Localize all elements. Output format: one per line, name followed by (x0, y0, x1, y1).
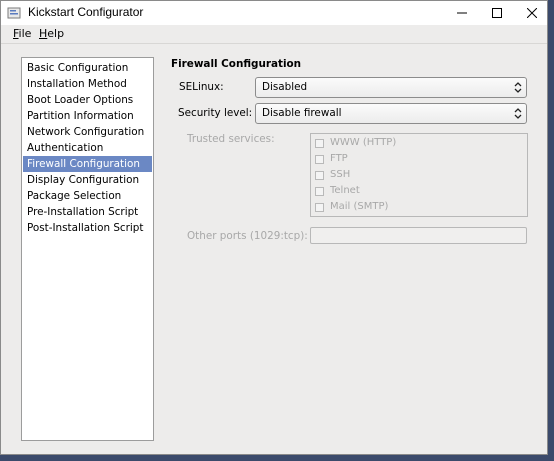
close-button[interactable] (514, 1, 549, 25)
service-label: SSH (330, 169, 351, 180)
service-checkbox[interactable] (315, 155, 324, 164)
close-icon (526, 8, 537, 18)
service-checkbox[interactable] (315, 203, 324, 212)
security-level-label: Security level: (178, 107, 253, 119)
minimize-button[interactable] (444, 1, 479, 25)
other-ports-label: Other ports (1029:tcp): (187, 230, 308, 242)
menu-bar: File Help (1, 25, 547, 44)
app-icon (7, 7, 21, 19)
sidebar-item-display-configuration[interactable]: Display Configuration (23, 172, 152, 188)
trusted-services-list: WWW (HTTP) FTP SSH Telnet Mail (SMTP) (310, 133, 528, 217)
service-label: WWW (HTTP) (330, 137, 397, 148)
menu-help[interactable]: Help (39, 27, 64, 40)
sidebar-item-basic-configuration[interactable]: Basic Configuration (23, 60, 152, 76)
updown-arrows-icon (514, 108, 522, 119)
other-ports-input[interactable] (310, 227, 527, 244)
title-bar[interactable]: Kickstart Configurator (1, 1, 547, 25)
window-title: Kickstart Configurator (28, 5, 144, 19)
security-level-value: Disable firewall (262, 107, 342, 119)
sidebar-item-network-configuration[interactable]: Network Configuration (23, 124, 152, 140)
section-list: Basic Configuration Installation Method … (21, 57, 154, 441)
minimize-icon (456, 12, 467, 14)
menu-file[interactable]: File (13, 27, 31, 40)
section-title: Firewall Configuration (171, 58, 302, 70)
sidebar-item-authentication[interactable]: Authentication (23, 140, 152, 156)
sidebar-item-partition-information[interactable]: Partition Information (23, 108, 152, 124)
selinux-dropdown[interactable]: Disabled (255, 77, 527, 98)
service-checkbox[interactable] (315, 171, 324, 180)
selinux-value: Disabled (262, 81, 308, 93)
trusted-services-label: Trusted services: (187, 133, 275, 145)
service-label: Telnet (330, 185, 360, 196)
sidebar-item-firewall-configuration[interactable]: Firewall Configuration (23, 156, 152, 172)
selinux-label: SELinux: (179, 81, 224, 93)
service-checkbox[interactable] (315, 139, 324, 148)
service-checkbox[interactable] (315, 187, 324, 196)
sidebar-item-boot-loader-options[interactable]: Boot Loader Options (23, 92, 152, 108)
sidebar-item-pre-installation-script[interactable]: Pre-Installation Script (23, 204, 152, 220)
app-window: Kickstart Configurator File Help Basic C… (0, 0, 548, 455)
sidebar-item-package-selection[interactable]: Package Selection (23, 188, 152, 204)
sidebar-item-post-installation-script[interactable]: Post-Installation Script (23, 220, 152, 236)
maximize-icon (491, 8, 502, 18)
sidebar-item-installation-method[interactable]: Installation Method (23, 76, 152, 92)
updown-arrows-icon (514, 82, 522, 93)
security-level-dropdown[interactable]: Disable firewall (255, 103, 527, 124)
maximize-button[interactable] (479, 1, 514, 25)
service-label: FTP (330, 153, 348, 164)
service-label: Mail (SMTP) (330, 201, 389, 212)
